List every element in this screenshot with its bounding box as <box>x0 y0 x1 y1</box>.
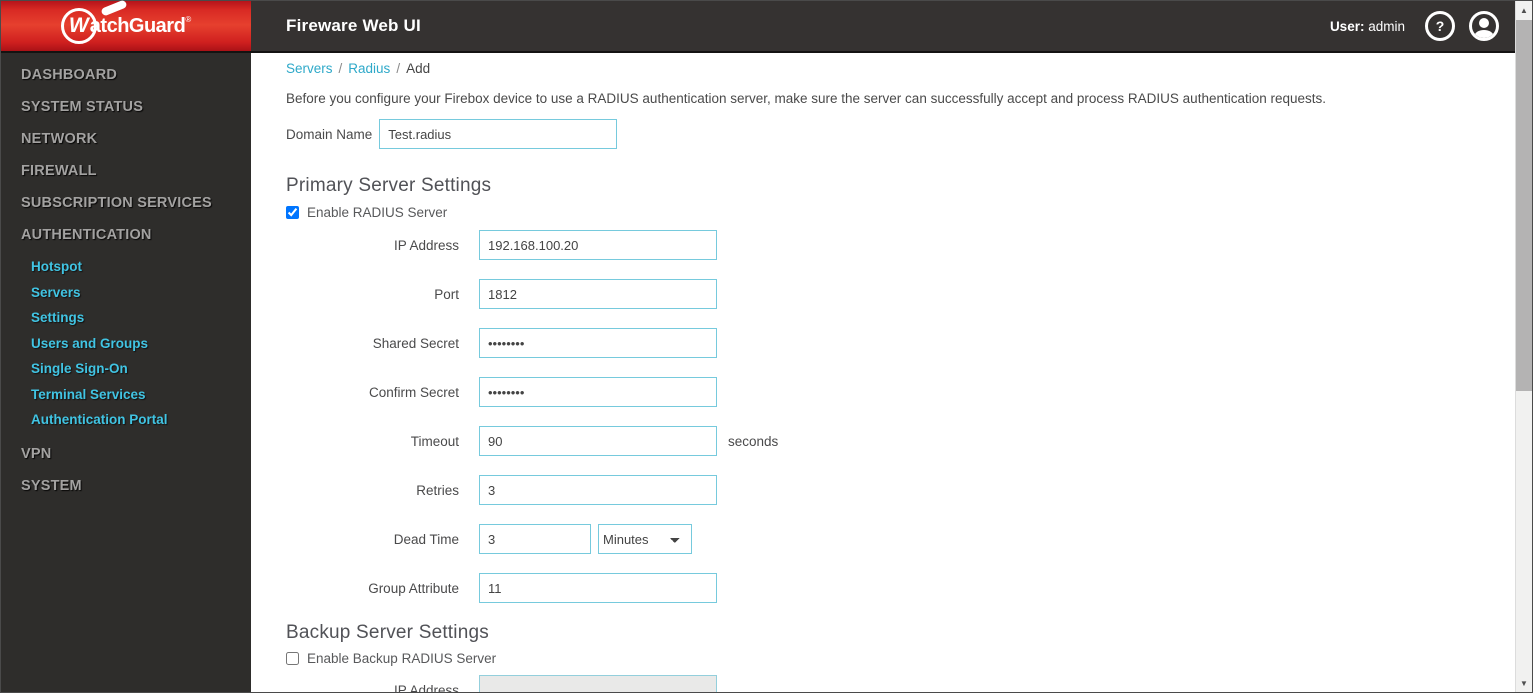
primary-server-form: IP Address Port Shared Secret Confirm Se… <box>286 230 1495 603</box>
main-content: Servers / Radius / Add Before you configure … <box>251 53 1515 692</box>
backup-ip-address-row: IP Address <box>286 675 1495 692</box>
authentication-submenu: Hotspot Servers Settings Users and Group… <box>1 254 251 433</box>
dead-time-unit-select[interactable]: Minutes <box>598 524 692 554</box>
domain-name-row: Domain Name <box>286 119 1495 149</box>
ip-address-label: IP Address <box>393 237 459 253</box>
primary-server-settings-heading: Primary Server Settings <box>286 175 492 196</box>
sidebar-item-vpn[interactable]: VPN <box>1 438 251 470</box>
breadcrumb-separator: / <box>396 61 401 76</box>
retries-label: Retries <box>416 482 459 498</box>
timeout-input[interactable] <box>479 426 717 456</box>
scrollbar-up-arrow-icon[interactable]: ▲ <box>1516 1 1532 19</box>
sidebar-item-dashboard[interactable]: DASHBOARD <box>1 59 251 91</box>
intro-text: Before you configure your Firebox device… <box>286 91 1327 106</box>
timeout-label: Timeout <box>410 433 459 449</box>
dead-time-row: Dead Time Minutes <box>286 524 1495 554</box>
group-attribute-label: Group Attribute <box>368 580 459 596</box>
confirm-secret-label: Confirm Secret <box>368 384 459 400</box>
app-title: Fireware Web UI <box>286 16 421 35</box>
sidebar-item-authentication[interactable]: AUTHENTICATION <box>1 219 251 251</box>
app-window: W atchGuard ® Fireware Web UI User: admi… <box>1 0 1532 692</box>
shared-secret-label: Shared Secret <box>372 335 459 351</box>
sidebar-subitem-servers[interactable]: Servers <box>1 280 251 306</box>
user-name: admin <box>1368 18 1405 34</box>
shared-secret-input[interactable] <box>479 328 717 358</box>
enable-backup-radius-server-label: Enable Backup RADIUS Server <box>307 651 497 666</box>
watchguard-logo-banner: W atchGuard ® <box>1 0 251 53</box>
sidebar-subitem-single-sign-on[interactable]: Single Sign-On <box>1 356 251 382</box>
timeout-units-text: seconds <box>728 433 779 449</box>
logo-text: atchGuard <box>89 14 186 37</box>
timeout-row: Timeout seconds <box>286 426 1495 456</box>
retries-row: Retries <box>286 475 1495 505</box>
backup-ip-address-input[interactable] <box>479 675 717 692</box>
sidebar-item-system-status[interactable]: SYSTEM STATUS <box>1 91 251 123</box>
confirm-secret-input[interactable] <box>479 377 717 407</box>
backup-ip-address-label: IP Address <box>393 682 459 693</box>
enable-radius-server-row: Enable RADIUS Server <box>286 205 1495 220</box>
user-indicator: User: admin <box>1330 19 1405 34</box>
port-label: Port <box>434 286 459 302</box>
breadcrumb-servers-link[interactable]: Servers <box>286 61 333 76</box>
group-attribute-input[interactable] <box>479 573 717 603</box>
dead-time-label: Dead Time <box>393 531 459 547</box>
sidebar-subitem-authentication-portal[interactable]: Authentication Portal <box>1 407 251 433</box>
sidebar-item-firewall[interactable]: FIREWALL <box>1 155 251 187</box>
user-avatar-icon[interactable] <box>1469 11 1499 41</box>
shared-secret-row: Shared Secret <box>286 328 1495 358</box>
sidebar-subitem-hotspot[interactable]: Hotspot <box>1 254 251 280</box>
sidebar-subitem-terminal-services[interactable]: Terminal Services <box>1 382 251 408</box>
sidebar-nav: DASHBOARD SYSTEM STATUS NETWORK FIREWALL… <box>1 53 251 692</box>
enable-backup-radius-server-checkbox[interactable] <box>286 652 299 665</box>
scrollbar-down-arrow-icon[interactable]: ▼ <box>1516 674 1532 692</box>
breadcrumb: Servers / Radius / Add <box>286 61 1495 76</box>
help-icon[interactable]: ? <box>1425 11 1455 41</box>
domain-name-input[interactable] <box>379 119 618 149</box>
backup-server-form: IP Address <box>286 675 1495 692</box>
enable-radius-server-label: Enable RADIUS Server <box>307 205 448 220</box>
domain-name-label: Domain Name <box>286 126 373 142</box>
user-label: User: <box>1329 18 1365 34</box>
dead-time-input[interactable] <box>479 524 591 554</box>
breadcrumb-radius-link[interactable]: Radius <box>348 61 390 76</box>
sidebar-item-network[interactable]: NETWORK <box>1 123 251 155</box>
scrollbar-thumb[interactable] <box>1516 20 1532 391</box>
enable-radius-server-checkbox[interactable] <box>286 206 299 219</box>
port-input[interactable] <box>479 279 717 309</box>
sidebar-subitem-users-and-groups[interactable]: Users and Groups <box>1 331 251 357</box>
confirm-secret-row: Confirm Secret <box>286 377 1495 407</box>
port-row: Port <box>286 279 1495 309</box>
backup-server-settings-heading: Backup Server Settings <box>286 622 489 643</box>
vertical-scrollbar[interactable]: ▲ ▼ <box>1515 1 1532 692</box>
watchguard-logo: W atchGuard ® <box>60 0 192 44</box>
ip-address-row: IP Address <box>286 230 1495 260</box>
top-bar: Fireware Web UI User: admin ? <box>251 1 1515 53</box>
sidebar-subitem-settings[interactable]: Settings <box>1 305 251 331</box>
breadcrumb-separator: / <box>338 61 343 76</box>
sidebar-item-subscription-services[interactable]: SUBSCRIPTION SERVICES <box>1 187 251 219</box>
breadcrumb-current-page: Add <box>406 61 431 76</box>
sidebar-item-system[interactable]: SYSTEM <box>1 470 251 502</box>
top-bar-right: User: admin ? <box>1330 11 1499 41</box>
enable-backup-radius-server-row: Enable Backup RADIUS Server <box>286 651 1495 666</box>
retries-input[interactable] <box>479 475 717 505</box>
group-attribute-row: Group Attribute <box>286 573 1495 603</box>
ip-address-input[interactable] <box>479 230 717 260</box>
registered-mark: ® <box>185 14 192 24</box>
